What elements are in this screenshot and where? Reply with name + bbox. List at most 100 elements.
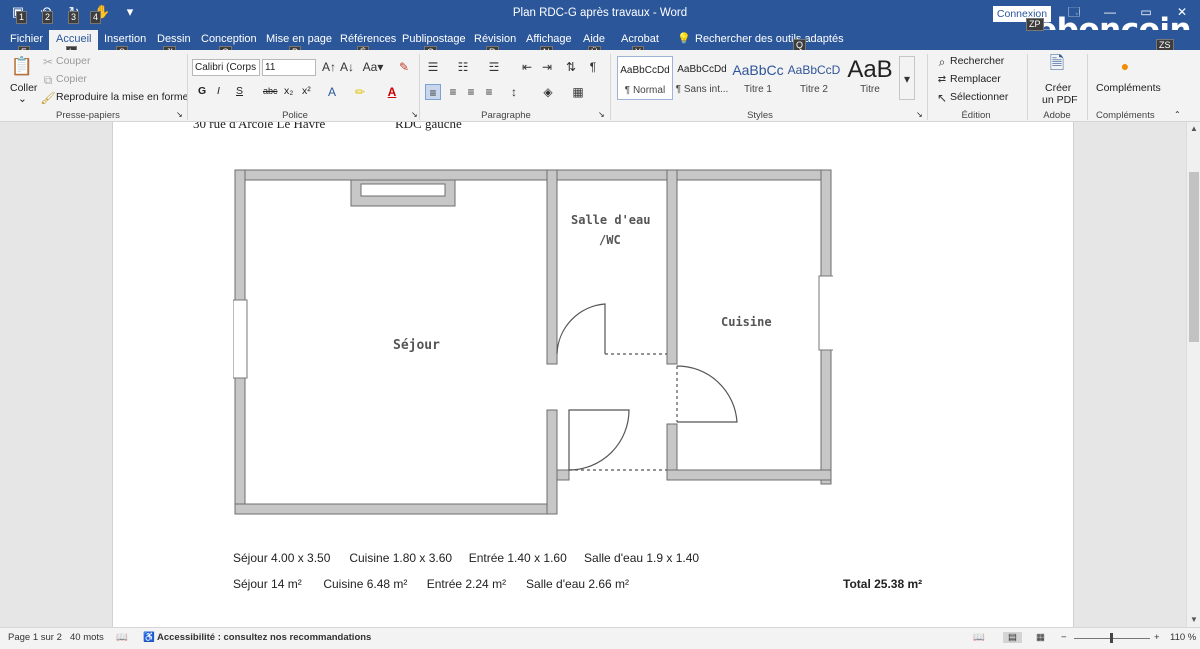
wall: [234, 169, 832, 181]
dialog-launcher-icon[interactable]: ↘: [598, 110, 605, 119]
superscript-button[interactable]: x²: [302, 85, 311, 97]
zoom-in-icon[interactable]: +: [1154, 632, 1160, 643]
create-pdf-label[interactable]: Créer: [1045, 82, 1071, 94]
format-painter-button[interactable]: Reproduire la mise en forme: [56, 91, 188, 103]
total-area: Total 25.38 m²: [843, 577, 923, 591]
room-label-wc: /WC: [599, 233, 621, 247]
accessibility-status[interactable]: Accessibilité : consultez nos recommanda…: [157, 632, 371, 643]
dialog-launcher-icon[interactable]: ↘: [916, 110, 923, 119]
numbering-icon[interactable]: ☷: [455, 59, 471, 75]
bullets-icon[interactable]: ☰: [425, 59, 441, 75]
zoom-out-icon[interactable]: −: [1061, 632, 1067, 643]
subscript-button[interactable]: x₂: [284, 85, 293, 97]
italic-button[interactable]: I: [217, 85, 220, 97]
areas-line: Séjour 14 m² Cuisine 6.48 m² Entrée 2.24…: [233, 577, 629, 591]
wall: [234, 377, 246, 515]
find-button[interactable]: Rechercher: [950, 55, 1004, 67]
zoom-level[interactable]: 110 %: [1170, 632, 1196, 643]
group-label-addins: Compléments: [1096, 110, 1155, 121]
addins-button[interactable]: Compléments: [1096, 82, 1161, 94]
font-color-icon[interactable]: A: [384, 84, 400, 100]
accessibility-icon[interactable]: ♿: [143, 632, 155, 643]
web-layout-icon[interactable]: ▦: [1036, 632, 1045, 643]
replace-button[interactable]: Remplacer: [950, 73, 1001, 85]
strikethrough-button[interactable]: abc: [263, 86, 278, 96]
ribbon: 📋 Coller ⌄ ✂ Couper ⧉ Copier 🖌 Reproduir…: [0, 50, 1200, 132]
scroll-thumb[interactable]: [1189, 172, 1199, 342]
font-family-combo[interactable]: Calibri (Corps: [192, 59, 260, 76]
style-title[interactable]: AaB Titre: [842, 56, 898, 100]
borders-icon[interactable]: ▦: [570, 84, 586, 100]
vertical-scrollbar[interactable]: ▲ ▼: [1186, 122, 1200, 627]
align-center-icon[interactable]: ≡: [445, 84, 461, 100]
style-normal[interactable]: AaBbCcDd ¶ Normal: [617, 56, 673, 100]
dimensions-line: Séjour 4.00 x 3.50 Cuisine 1.80 x 3.60 E…: [233, 551, 699, 565]
keytip: 4: [90, 11, 102, 24]
clear-formatting-icon[interactable]: ✎: [396, 59, 412, 75]
shading-icon[interactable]: ◈: [540, 84, 556, 100]
addins-icon[interactable]: ●: [1117, 58, 1133, 74]
line-spacing-icon[interactable]: ↕: [506, 84, 522, 100]
underline-button[interactable]: S: [236, 85, 243, 97]
paste-dropdown-icon[interactable]: ⌄: [18, 93, 27, 105]
align-right-icon[interactable]: ≡: [463, 84, 479, 100]
styles-more-icon[interactable]: ▾: [899, 56, 915, 100]
style-no-spacing[interactable]: AaBbCcDd ¶ Sans int...: [674, 56, 730, 100]
font-size-combo[interactable]: 11: [262, 59, 316, 76]
decrease-indent-icon[interactable]: ⇤: [519, 59, 535, 75]
collapse-ribbon-icon[interactable]: ⌃: [1174, 110, 1181, 119]
dialog-launcher-icon[interactable]: ↘: [411, 110, 418, 119]
status-bar: Page 1 sur 2 40 mots 📖 ♿ Accessibilité :…: [0, 627, 1200, 649]
scroll-down-icon[interactable]: ▼: [1187, 613, 1200, 627]
floor-text: RDC gauche: [395, 122, 462, 131]
shrink-font-icon[interactable]: A↓: [339, 59, 355, 75]
wall: [820, 349, 832, 485]
dimension-item: Salle d'eau 1.9 x 1.40: [584, 551, 700, 565]
style-sample: AaBbCcDd: [677, 64, 727, 75]
zoom-slider-thumb[interactable]: [1110, 633, 1113, 643]
style-name: ¶ Normal: [624, 85, 666, 96]
copy-button[interactable]: Copier: [56, 73, 87, 85]
text-effects-icon[interactable]: A: [324, 84, 340, 100]
document-area[interactable]: 30 rue d'Arcole Le Havre RDC gauche Séjo…: [0, 122, 1186, 627]
window: [818, 275, 833, 351]
group-separator: [419, 54, 420, 120]
justify-icon[interactable]: ≡: [481, 84, 497, 100]
scroll-up-icon[interactable]: ▲: [1187, 122, 1200, 136]
wall: [666, 169, 678, 365]
highlight-icon[interactable]: ✏: [352, 84, 368, 100]
title-bar: ▣ ↶ ↻ ✋ ▾ Plan RDC-G après travaux - Wor…: [0, 0, 1200, 48]
style-heading-1[interactable]: AaBbCc Titre 1: [730, 56, 786, 100]
grow-font-icon[interactable]: A↑: [321, 59, 337, 75]
style-heading-2[interactable]: AaBbCcD Titre 2: [786, 56, 842, 100]
sort-icon[interactable]: ⇅: [563, 59, 579, 75]
proofing-icon[interactable]: 📖: [116, 632, 128, 643]
bold-button[interactable]: G: [198, 85, 206, 97]
style-name: ¶ Sans int...: [675, 84, 729, 95]
read-mode-icon[interactable]: 📖: [973, 632, 985, 643]
create-pdf-icon[interactable]: 🗎: [1046, 54, 1068, 79]
wall: [546, 169, 558, 365]
align-left-icon[interactable]: ≡: [425, 84, 441, 100]
group-separator: [610, 54, 611, 120]
select-button[interactable]: Sélectionner: [950, 91, 1008, 103]
page-count[interactable]: Page 1 sur 2: [8, 632, 62, 643]
cut-button[interactable]: Couper: [56, 55, 90, 67]
dialog-launcher-icon[interactable]: ↘: [176, 110, 183, 119]
multilevel-list-icon[interactable]: ☲: [486, 59, 502, 75]
door-swing: [568, 409, 630, 471]
room-label-sejour: Séjour: [393, 338, 440, 353]
paste-icon[interactable]: 📋: [10, 57, 34, 80]
window: [233, 299, 248, 379]
create-pdf-label[interactable]: un PDF: [1042, 94, 1078, 106]
increase-indent-icon[interactable]: ⇥: [539, 59, 555, 75]
search-tools-field[interactable]: Rechercher des outils adaptés: [688, 30, 851, 50]
group-label-font: Police: [282, 110, 308, 121]
word-count[interactable]: 40 mots: [70, 632, 104, 643]
change-case-icon[interactable]: Aa▾: [362, 59, 384, 75]
style-name: Titre 1: [744, 84, 772, 95]
show-marks-icon[interactable]: ¶: [585, 59, 601, 75]
document-page[interactable]: 30 rue d'Arcole Le Havre RDC gauche Séjo…: [112, 122, 1074, 627]
keytip: ZP: [1026, 18, 1044, 31]
print-layout-icon[interactable]: ▤: [1003, 632, 1022, 643]
